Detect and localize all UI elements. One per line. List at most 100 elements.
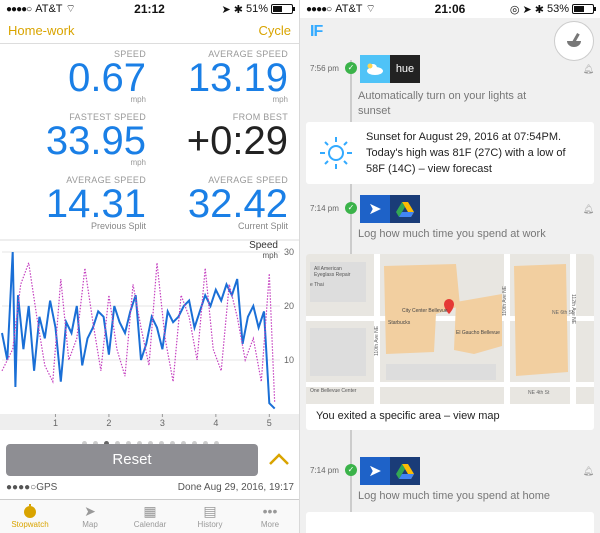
timestamp: 7:14 pm: [310, 204, 339, 213]
tab-calendar[interactable]: ▦ Calendar: [120, 500, 180, 533]
recipe-badge[interactable]: ➤: [360, 457, 420, 485]
next-card[interactable]: [306, 512, 594, 533]
metric-from-best: FROM BEST +0:29: [148, 112, 288, 163]
done-timestamp: Done Aug 29, 2016, 19:17: [177, 482, 294, 493]
map-label: 110th Ave NE: [374, 325, 380, 356]
gps-signal-icon: ●●●●○: [6, 482, 37, 493]
metric-current-split: AVERAGE SPEED 32.42 Current Split: [148, 175, 288, 231]
ifttt-screen: ●●●●○ AT&T ⌔ 21:06 ◎ ➤ ✱ 53% IF 7:56 pm …: [300, 0, 600, 533]
tab-stopwatch[interactable]: Stopwatch: [0, 500, 60, 533]
location-arrow-icon: ➤: [360, 195, 390, 223]
map-label: El Gaucho Bellevue: [456, 330, 500, 336]
ifttt-logo[interactable]: IF: [310, 23, 323, 41]
metric-value: 32.42: [187, 182, 288, 226]
check-icon: ✓: [345, 202, 357, 214]
tab-history[interactable]: ▤ History: [180, 500, 240, 533]
map-label: City Center Bellevue: [402, 308, 448, 314]
map-image: All American Eyeglass Repair e Thai City…: [306, 254, 594, 404]
recipes-button[interactable]: [554, 21, 594, 61]
map-label: 112th Ave NE: [570, 294, 576, 325]
recipe-badge[interactable]: hue: [360, 55, 420, 83]
route-name-button[interactable]: Home-work: [8, 23, 74, 38]
x-tick-label: 3: [160, 418, 165, 428]
chart-title: Speed: [249, 240, 278, 251]
sun-icon: [320, 137, 352, 169]
bell-icon[interactable]: 🔔︎: [583, 466, 594, 477]
recipe-description: Log how much time you spend at home: [358, 490, 551, 502]
gps-label: GPS: [36, 482, 58, 493]
metric-speed: SPEED 0.67 mph: [6, 49, 146, 104]
recipe-badge[interactable]: ➤: [360, 195, 420, 223]
map-label: 110th Ave NE: [502, 285, 508, 316]
metric-previous-split: AVERAGE SPEED 14.31 Previous Split: [6, 175, 146, 231]
map-label: Eyeglass Repair: [314, 272, 351, 278]
x-tick-label: 5: [267, 418, 272, 428]
status-bar: ●●●●○ AT&T ⌔ 21:06 ◎ ➤ ✱ 53%: [300, 0, 600, 18]
chart-unit: mph: [262, 251, 278, 260]
metric-value: 33.95: [45, 119, 146, 163]
reset-button[interactable]: Reset: [6, 444, 258, 476]
stopwatch-icon: [0, 502, 60, 520]
map-label: One Bellevue Center: [310, 388, 357, 394]
bell-icon[interactable]: 🔔︎: [583, 204, 594, 215]
metric-value: +0:29: [186, 119, 288, 163]
gps-status-line: ●●●●○ GPS Done Aug 29, 2016, 19:17: [6, 482, 294, 493]
speed-chart: 10 20 30 1 2 3 4 5 Speedmph: [0, 238, 299, 430]
tab-label: Stopwatch: [11, 520, 49, 529]
x-axis-band: [0, 414, 299, 430]
clock: 21:06: [434, 2, 466, 16]
metric-average-speed: AVERAGE SPEED 13.19 mph: [148, 49, 288, 104]
history-icon: ▤: [203, 502, 217, 519]
map-card[interactable]: All American Eyeglass Repair e Thai City…: [306, 254, 594, 430]
tab-bar: Stopwatch ➤ Map ▦ Calendar ▤ History •••…: [0, 499, 299, 533]
map-label: e Thai: [310, 282, 324, 288]
x-tick-label: 4: [213, 418, 218, 428]
metrics-grid: SPEED 0.67 mph AVERAGE SPEED 13.19 mph F…: [0, 44, 299, 236]
battery-icon: [271, 4, 295, 14]
tab-more[interactable]: ••• More: [240, 500, 299, 533]
location-arrow-icon: ➤: [360, 457, 390, 485]
timestamp: 7:14 pm: [310, 466, 339, 475]
check-icon: ✓: [345, 464, 357, 476]
recipe-description: Automatically turn on your lights at sun…: [358, 90, 527, 117]
hue-icon: hue: [390, 55, 420, 83]
tab-label: History: [197, 520, 223, 529]
y-tick-label: 10: [284, 355, 294, 365]
metric-fastest-speed: FASTEST SPEED 33.95 mph: [6, 112, 146, 167]
clock: 21:12: [134, 2, 165, 16]
status-bar: ●●●●○ AT&T ⌔ 21:12 ➤ ✱ 51%: [0, 0, 299, 18]
speed-app-screen: ●●●●○ AT&T ⌔ 21:12 ➤ ✱ 51% Home-work Cyc…: [0, 0, 300, 533]
metric-value: 0.67: [68, 56, 146, 100]
y-tick-label: 20: [284, 301, 294, 311]
google-drive-icon: [390, 195, 420, 223]
sunset-card[interactable]: Sunset for August 29, 2016 at 07:54PM. T…: [306, 122, 594, 184]
app-header: IF: [300, 18, 600, 61]
mortar-pestle-icon: [567, 33, 581, 47]
more-icon: •••: [262, 503, 278, 519]
battery-icon: [572, 4, 596, 14]
map-label: Starbucks: [388, 320, 411, 326]
chevron-up-icon[interactable]: [266, 450, 292, 470]
map-label: NE 4th St: [528, 390, 550, 396]
metric-value: 13.19: [187, 56, 288, 100]
activity-type-button[interactable]: Cycle: [258, 23, 291, 38]
weather-icon: [360, 55, 390, 83]
x-tick-label: 2: [106, 418, 111, 428]
tab-label: Map: [82, 520, 98, 529]
tab-map[interactable]: ➤ Map: [60, 500, 120, 533]
y-tick-label: 30: [284, 247, 294, 257]
bell-icon[interactable]: 🔔︎: [583, 64, 594, 75]
tab-label: More: [260, 520, 280, 529]
calendar-icon: ▦: [143, 502, 157, 519]
nav-bar: Home-work Cycle: [0, 18, 299, 44]
map-arrow-icon: ➤: [84, 502, 96, 519]
timestamp: 7:56 pm: [310, 64, 339, 73]
x-tick-label: 1: [53, 418, 58, 428]
map-caption: You exited a specific area – view map: [316, 410, 500, 422]
recipe-description: Log how much time you spend at work: [358, 228, 546, 240]
tab-label: Calendar: [133, 520, 167, 529]
google-drive-icon: [390, 457, 420, 485]
check-icon: ✓: [345, 62, 357, 74]
sunset-text: Sunset for August 29, 2016 at 07:54PM. T…: [366, 131, 566, 175]
metric-value: 14.31: [45, 182, 146, 226]
